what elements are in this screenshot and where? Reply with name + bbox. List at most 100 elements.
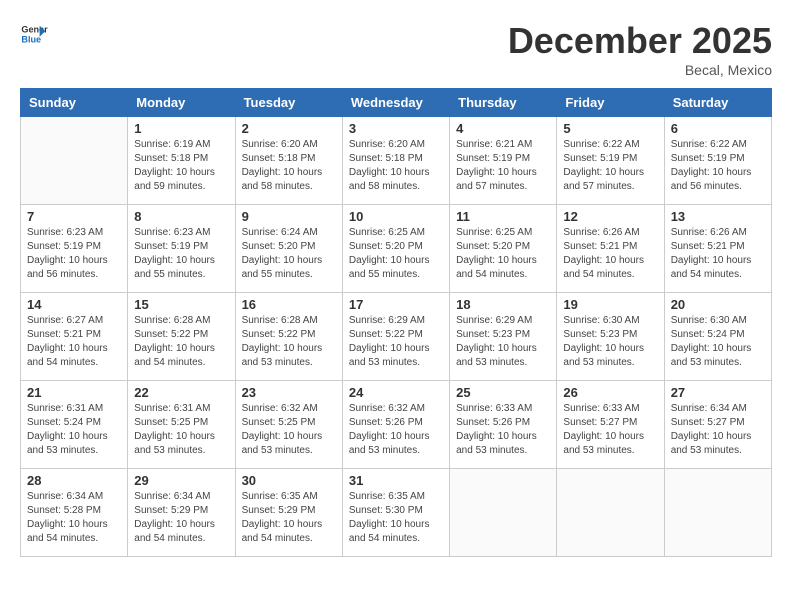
- date-number: 28: [27, 473, 121, 488]
- day-header-monday: Monday: [128, 89, 235, 117]
- date-number: 3: [349, 121, 443, 136]
- day-header-tuesday: Tuesday: [235, 89, 342, 117]
- day-header-saturday: Saturday: [664, 89, 771, 117]
- date-number: 15: [134, 297, 228, 312]
- date-number: 10: [349, 209, 443, 224]
- cell-info: Sunrise: 6:34 AM Sunset: 5:29 PM Dayligh…: [134, 490, 228, 546]
- date-number: 6: [671, 121, 765, 136]
- date-number: 17: [349, 297, 443, 312]
- cell-info: Sunrise: 6:35 AM Sunset: 5:30 PM Dayligh…: [349, 490, 443, 546]
- calendar-cell: 22Sunrise: 6:31 AM Sunset: 5:25 PM Dayli…: [128, 381, 235, 469]
- cell-info: Sunrise: 6:30 AM Sunset: 5:24 PM Dayligh…: [671, 314, 765, 370]
- cell-info: Sunrise: 6:34 AM Sunset: 5:28 PM Dayligh…: [27, 490, 121, 546]
- calendar-cell: 23 Sunrise: 6:32 AM Sunset: 5:25 PM Dayli…: [235, 381, 342, 469]
- date-number: 20: [671, 297, 765, 312]
- date-number: 5: [563, 121, 657, 136]
- date-number: 27: [671, 385, 765, 400]
- cell-info: Sunrise: 6:31 AM Sunset: 5:24 PM Dayligh…: [27, 402, 121, 458]
- svg-text:Blue: Blue: [21, 34, 41, 44]
- date-number: 4: [456, 121, 550, 136]
- calendar-cell: 4 Sunrise: 6:21 AM Sunset: 5:19 PM Daylig…: [450, 117, 557, 205]
- calendar-cell: 24 Sunrise: 6:32 AM Sunset: 5:26 PM Dayli…: [342, 381, 449, 469]
- cell-info: Sunrise: 6:32 AM Sunset: 5:26 PM Dayligh…: [349, 402, 443, 458]
- date-number: 19: [563, 297, 657, 312]
- calendar-cell: 21 Sunrise: 6:31 AM Sunset: 5:24 PM Dayli…: [21, 381, 128, 469]
- calendar-cell: 11 Sunrise: 6:25 AM Sunset: 5:20 PM Dayli…: [450, 205, 557, 293]
- calendar-cell: 9Sunrise: 6:24 AM Sunset: 5:20 PM Daylig…: [235, 205, 342, 293]
- calendar-cell: 14Sunrise: 6:27 AM Sunset: 5:21 PM Dayli…: [21, 293, 128, 381]
- calendar-cell: 16Sunrise: 6:28 AM Sunset: 5:22 PM Dayli…: [235, 293, 342, 381]
- cell-info: Sunrise: 6:32 AM Sunset: 5:25 PM Dayligh…: [242, 402, 336, 458]
- calendar-body: 1Sunrise: 6:19 AM Sunset: 5:18 PM Daylig…: [21, 117, 772, 557]
- logo-icon: General Blue: [20, 20, 48, 48]
- calendar-cell: 28 Sunrise: 6:34 AM Sunset: 5:28 PM Dayli…: [21, 469, 128, 557]
- date-number: 9: [242, 209, 336, 224]
- calendar-cell: 25Sunrise: 6:33 AM Sunset: 5:26 PM Dayli…: [450, 381, 557, 469]
- calendar-week-5: 28 Sunrise: 6:34 AM Sunset: 5:28 PM Dayli…: [21, 469, 772, 557]
- day-header-sunday: Sunday: [21, 89, 128, 117]
- date-number: 18: [456, 297, 550, 312]
- cell-info: Sunrise: 6:26 AM Sunset: 5:21 PM Dayligh…: [563, 226, 657, 282]
- calendar-cell: 8 Sunrise: 6:23 AM Sunset: 5:19 PM Daylig…: [128, 205, 235, 293]
- calendar-cell: 18 Sunrise: 6:29 AM Sunset: 5:23 PM Dayli…: [450, 293, 557, 381]
- cell-info: Sunrise: 6:26 AM Sunset: 5:21 PM Dayligh…: [671, 226, 765, 282]
- title-section: December 2025 Becal, Mexico: [508, 20, 772, 78]
- date-number: 16: [242, 297, 336, 312]
- cell-info: Sunrise: 6:34 AM Sunset: 5:27 PM Dayligh…: [671, 402, 765, 458]
- calendar-cell: [450, 469, 557, 557]
- date-number: 1: [134, 121, 228, 136]
- cell-info: Sunrise: 6:25 AM Sunset: 5:20 PM Dayligh…: [456, 226, 550, 282]
- calendar-cell: 29 Sunrise: 6:34 AM Sunset: 5:29 PM Dayli…: [128, 469, 235, 557]
- calendar-cell: 15 Sunrise: 6:28 AM Sunset: 5:22 PM Dayli…: [128, 293, 235, 381]
- calendar-cell: 17 Sunrise: 6:29 AM Sunset: 5:22 PM Dayli…: [342, 293, 449, 381]
- calendar-cell: 6 Sunrise: 6:22 AM Sunset: 5:19 PM Daylig…: [664, 117, 771, 205]
- cell-info: Sunrise: 6:20 AM Sunset: 5:18 PM Dayligh…: [242, 138, 336, 194]
- calendar-cell: 1Sunrise: 6:19 AM Sunset: 5:18 PM Daylig…: [128, 117, 235, 205]
- calendar-cell: 26Sunrise: 6:33 AM Sunset: 5:27 PM Dayli…: [557, 381, 664, 469]
- calendar-week-4: 21 Sunrise: 6:31 AM Sunset: 5:24 PM Dayli…: [21, 381, 772, 469]
- cell-info: Sunrise: 6:21 AM Sunset: 5:19 PM Dayligh…: [456, 138, 550, 194]
- calendar-cell: 12 Sunrise: 6:26 AM Sunset: 5:21 PM Dayli…: [557, 205, 664, 293]
- cell-info: Sunrise: 6:29 AM Sunset: 5:22 PM Dayligh…: [349, 314, 443, 370]
- day-header-thursday: Thursday: [450, 89, 557, 117]
- date-number: 11: [456, 209, 550, 224]
- cell-info: Sunrise: 6:20 AM Sunset: 5:18 PM Dayligh…: [349, 138, 443, 194]
- calendar-cell: 19Sunrise: 6:30 AM Sunset: 5:23 PM Dayli…: [557, 293, 664, 381]
- calendar-cell: 27 Sunrise: 6:34 AM Sunset: 5:27 PM Dayli…: [664, 381, 771, 469]
- calendar-week-1: 1Sunrise: 6:19 AM Sunset: 5:18 PM Daylig…: [21, 117, 772, 205]
- calendar-cell: [664, 469, 771, 557]
- date-number: 23: [242, 385, 336, 400]
- date-number: 12: [563, 209, 657, 224]
- date-number: 29: [134, 473, 228, 488]
- calendar-cell: 31 Sunrise: 6:35 AM Sunset: 5:30 PM Dayli…: [342, 469, 449, 557]
- cell-info: Sunrise: 6:31 AM Sunset: 5:25 PM Dayligh…: [134, 402, 228, 458]
- calendar-cell: 10 Sunrise: 6:25 AM Sunset: 5:20 PM Dayli…: [342, 205, 449, 293]
- date-number: 21: [27, 385, 121, 400]
- date-number: 13: [671, 209, 765, 224]
- calendar-cell: 5 Sunrise: 6:22 AM Sunset: 5:19 PM Daylig…: [557, 117, 664, 205]
- calendar-cell: 30Sunrise: 6:35 AM Sunset: 5:29 PM Dayli…: [235, 469, 342, 557]
- logo: General Blue: [20, 20, 48, 48]
- svg-text:General: General: [21, 25, 48, 35]
- date-number: 24: [349, 385, 443, 400]
- date-number: 31: [349, 473, 443, 488]
- cell-info: Sunrise: 6:23 AM Sunset: 5:19 PM Dayligh…: [27, 226, 121, 282]
- day-header-friday: Friday: [557, 89, 664, 117]
- cell-info: Sunrise: 6:29 AM Sunset: 5:23 PM Dayligh…: [456, 314, 550, 370]
- cell-info: Sunrise: 6:28 AM Sunset: 5:22 PM Dayligh…: [134, 314, 228, 370]
- cell-info: Sunrise: 6:22 AM Sunset: 5:19 PM Dayligh…: [563, 138, 657, 194]
- page-header: General Blue December 2025 Becal, Mexico: [20, 20, 772, 78]
- cell-info: Sunrise: 6:33 AM Sunset: 5:27 PM Dayligh…: [563, 402, 657, 458]
- cell-info: Sunrise: 6:23 AM Sunset: 5:19 PM Dayligh…: [134, 226, 228, 282]
- date-number: 8: [134, 209, 228, 224]
- cell-info: Sunrise: 6:25 AM Sunset: 5:20 PM Dayligh…: [349, 226, 443, 282]
- month-title: December 2025: [508, 20, 772, 62]
- calendar-cell: 7Sunrise: 6:23 AM Sunset: 5:19 PM Daylig…: [21, 205, 128, 293]
- cell-info: Sunrise: 6:22 AM Sunset: 5:19 PM Dayligh…: [671, 138, 765, 194]
- cell-info: Sunrise: 6:27 AM Sunset: 5:21 PM Dayligh…: [27, 314, 121, 370]
- location-subtitle: Becal, Mexico: [508, 62, 772, 78]
- date-number: 25: [456, 385, 550, 400]
- calendar-cell: 13 Sunrise: 6:26 AM Sunset: 5:21 PM Dayli…: [664, 205, 771, 293]
- calendar-table: SundayMondayTuesdayWednesdayThursdayFrid…: [20, 88, 772, 557]
- day-headers-row: SundayMondayTuesdayWednesdayThursdayFrid…: [21, 89, 772, 117]
